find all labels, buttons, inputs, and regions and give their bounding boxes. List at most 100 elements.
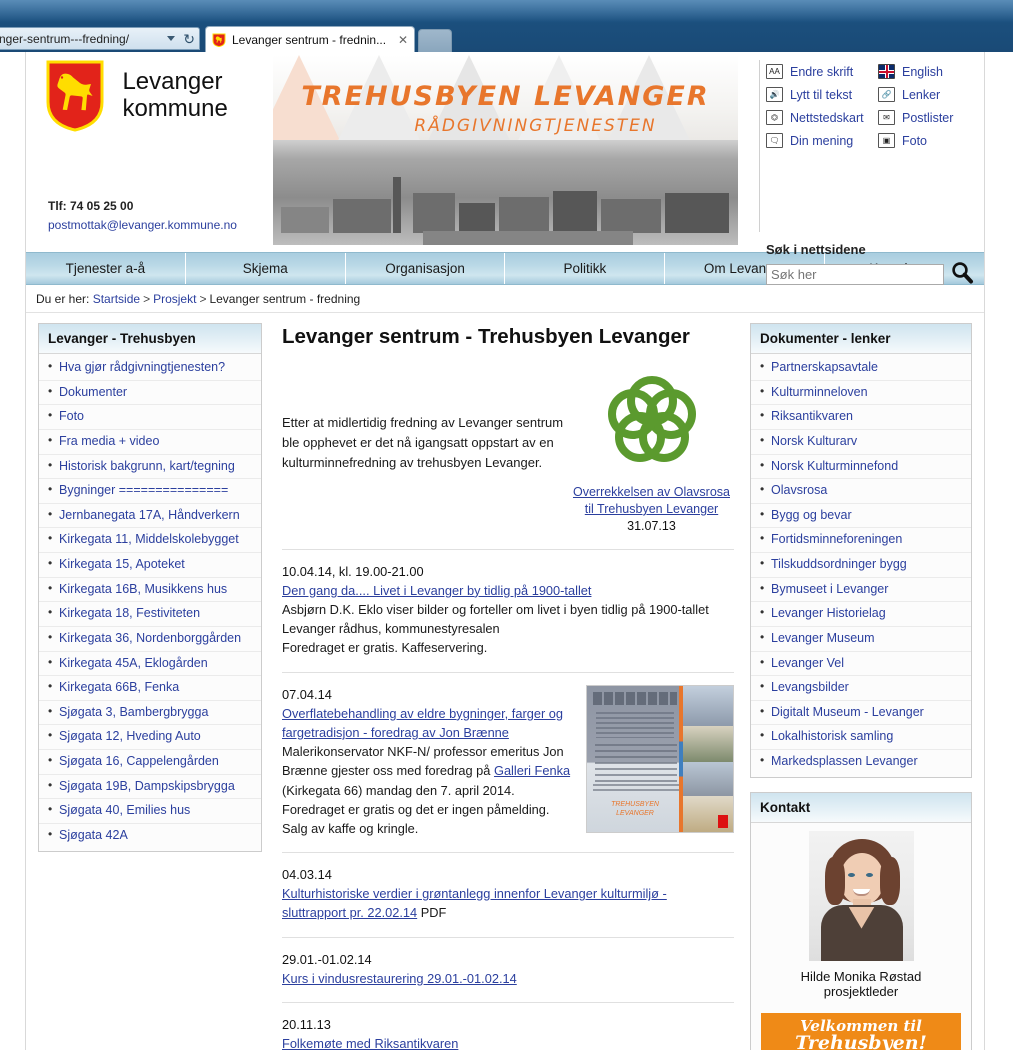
doc-link-levangsbilder[interactable]: Levangsbilder	[751, 676, 971, 701]
utility-link-foto[interactable]: ▣ Foto	[878, 133, 976, 148]
utility-link-lytt-til-tekst[interactable]: 🔊 Lytt til tekst	[766, 87, 878, 102]
news-body: Malerikonservator NKF-N/ professor emeri…	[282, 742, 574, 838]
right-sidebar-list: Partnerskapsavtale Kulturminneloven Riks…	[751, 354, 971, 777]
sidebar-item-kirkegata-11[interactable]: Kirkegata 11, Middelskolebygget	[39, 528, 261, 553]
doc-link-olavsrosa[interactable]: Olavsrosa	[751, 479, 971, 504]
news-title-suffix: PDF	[417, 905, 447, 921]
utility-link-nettstedskart[interactable]: ⏣ Nettstedskart	[766, 110, 878, 125]
panel-title: Kontakt	[751, 792, 971, 823]
sidebar-item-foto[interactable]: Foto	[39, 405, 261, 430]
intro-section: Etter at midlertidig fredning av Levange…	[282, 371, 734, 535]
sidebar-item-kirkegata-18[interactable]: Kirkegata 18, Festiviteten	[39, 602, 261, 627]
olavsrosa-caption: Overrekkelsen av Olavsrosa til Trehusbye…	[569, 484, 734, 535]
browser-tab-active[interactable]: Levanger sentrum - frednin... ✕	[205, 26, 415, 52]
news-date: 29.01.-01.02.14	[282, 951, 372, 967]
sidebar-item-sjogata-12[interactable]: Sjøgata 12, Hveding Auto	[39, 725, 261, 750]
search-input[interactable]	[766, 264, 944, 285]
doc-link-bymuseet[interactable]: Bymuseet i Levanger	[751, 578, 971, 603]
site-search: Søk i nettsidene	[766, 242, 981, 289]
address-bar[interactable]: nger-sentrum---fredning/ ↻	[0, 27, 200, 50]
news-title-link[interactable]: Kurs i vindusrestaurering 29.01.-01.02.1…	[282, 969, 734, 988]
olavsrosa-date: 31.07.13	[627, 518, 676, 533]
doc-link-fortidsminneforeningen[interactable]: Fortidsminneforeningen	[751, 528, 971, 553]
doc-link-levanger-vel[interactable]: Levanger Vel	[751, 652, 971, 677]
search-label: Søk i nettsidene	[766, 242, 866, 257]
contact-name: Hilde Monika Røstad	[800, 968, 922, 984]
divider	[282, 1002, 734, 1003]
sidebar-item-bygninger[interactable]: Bygninger ===============	[39, 479, 261, 504]
utility-link-endre-skrift[interactable]: AA Endre skrift	[766, 64, 878, 79]
news-title-link[interactable]: Kulturhistoriske verdier i grøntanlegg i…	[282, 886, 667, 920]
news-title-link[interactable]: Folkemøte med Riksantikvaren	[282, 1034, 734, 1050]
doc-link-markedsplassen[interactable]: Markedsplassen Levanger	[751, 750, 971, 774]
kontakt-body: Hilde Monika Røstad prosjektleder Velkom…	[751, 823, 971, 1050]
doc-link-partnerskapsavtale[interactable]: Partnerskapsavtale	[751, 356, 971, 381]
sidebar-item-kirkegata-15[interactable]: Kirkegata 15, Apoteket	[39, 553, 261, 578]
doc-link-bygg-og-bevar[interactable]: Bygg og bevar	[751, 504, 971, 529]
nav-item-skjema[interactable]: Skjema	[186, 253, 346, 284]
sidebar-item-sjogata-3[interactable]: Sjøgata 3, Bambergbrygga	[39, 701, 261, 726]
utility-link-english[interactable]: English	[878, 64, 976, 79]
sidebar-item-fra-media[interactable]: Fra media + video	[39, 430, 261, 455]
doc-link-historielag[interactable]: Levanger Historielag	[751, 602, 971, 627]
magnifier-icon[interactable]	[950, 260, 974, 289]
nav-item-tjenester[interactable]: Tjenester a-å	[26, 253, 186, 284]
velkommen-trehusbyen-banner[interactable]: Velkommen til Trehusbyen!	[761, 1012, 961, 1050]
banner-historic-photo	[273, 140, 738, 245]
sidebar-item-jernbanegata-17a[interactable]: Jernbanegata 17A, Håndverkern	[39, 504, 261, 529]
utility-link-label: Nettstedskart	[790, 110, 864, 125]
news-title-link[interactable]: Overflatebehandling av eldre bygninger, …	[282, 704, 574, 742]
doc-link-tilskuddsordninger[interactable]: Tilskuddsordninger bygg	[751, 553, 971, 578]
sidebar-item-sjogata-19b[interactable]: Sjøgata 19B, Dampskipsbrygga	[39, 775, 261, 800]
speech-bubble-icon: 🗨	[766, 133, 783, 148]
utility-link-label: Lenker	[902, 87, 941, 102]
camera-icon: ▣	[878, 133, 895, 148]
sidebar-item-dokumenter[interactable]: Dokumenter	[39, 381, 261, 406]
doc-link-lokalhistorisk[interactable]: Lokalhistorisk samling	[751, 725, 971, 750]
nav-item-organisasjon[interactable]: Organisasjon	[346, 253, 506, 284]
breadcrumb-item-startside[interactable]: Startside	[93, 292, 140, 306]
banner-text: TREHUSBYEN LEVANGER RÅDGIVNINGTJENESTEN	[273, 81, 738, 136]
sidebar-item-historisk-bakgrunn[interactable]: Historisk bakgrunn, kart/tegning	[39, 455, 261, 480]
email-address[interactable]: postmottak@levanger.kommune.no	[48, 216, 237, 235]
utility-link-label: Din mening	[790, 133, 854, 148]
olavsrosa-link-line1[interactable]: Overrekkelsen av Olavsrosa	[573, 485, 730, 499]
site-logo[interactable]: Levanger kommune	[46, 60, 291, 132]
doc-link-levanger-museum[interactable]: Levanger Museum	[751, 627, 971, 652]
galleri-fenka-link[interactable]: Galleri Fenka	[494, 763, 570, 778]
link-icon: 🔗	[878, 87, 895, 102]
nav-item-politikk[interactable]: Politikk	[505, 253, 666, 284]
new-tab-button[interactable]	[418, 29, 452, 52]
reload-icon[interactable]: ↻	[183, 32, 195, 46]
doc-link-norsk-kulturarv[interactable]: Norsk Kulturarv	[751, 430, 971, 455]
panel-title: Levanger - Trehusbyen	[39, 324, 261, 354]
sidebar-item-sjogata-40[interactable]: Sjøgata 40, Emilies hus	[39, 799, 261, 824]
breadcrumb-item-prosjekt[interactable]: Prosjekt	[153, 292, 196, 306]
utility-link-din-mening[interactable]: 🗨 Din mening	[766, 133, 878, 148]
utility-link-postlister[interactable]: ✉ Postlister	[878, 110, 976, 125]
sidebar-item-kirkegata-45a[interactable]: Kirkegata 45A, Eklogården	[39, 652, 261, 677]
news-item: 29.01.-01.02.14 Kurs i vindusrestaurerin…	[282, 950, 734, 988]
olavsrosa-link-line2[interactable]: til Trehusbyen Levanger	[585, 502, 718, 516]
tab-title: Levanger sentrum - frednin...	[232, 32, 387, 47]
sidebar-item-sjogata-42a[interactable]: Sjøgata 42A	[39, 824, 261, 848]
news-body: Kulturhistoriske verdier i grøntanlegg i…	[282, 884, 734, 922]
brand-name: Levanger kommune	[122, 68, 227, 123]
news-title-link[interactable]: Den gang da.... Livet i Levanger by tidl…	[282, 581, 734, 600]
sidebar-item-kirkegata-16b[interactable]: Kirkegata 16B, Musikkens hus	[39, 578, 261, 603]
sidebar-item-sjogata-16[interactable]: Sjøgata 16, Cappelengården	[39, 750, 261, 775]
sidebar-item-kirkegata-36[interactable]: Kirkegata 36, Nordenborggården	[39, 627, 261, 652]
sidebar-item-hva-gjor[interactable]: Hva gjør rådgivningtjenesten?	[39, 356, 261, 381]
left-sidebar-list: Hva gjør rådgivningtjenesten? Dokumenter…	[39, 354, 261, 851]
olavsrosa-knot-icon	[600, 376, 704, 475]
doc-link-riksantikvaren[interactable]: Riksantikvaren	[751, 405, 971, 430]
doc-link-digitalt-museum[interactable]: Digitalt Museum - Levanger	[751, 701, 971, 726]
sidebar-item-kirkegata-66b[interactable]: Kirkegata 66B, Fenka	[39, 676, 261, 701]
doc-link-kulturminneloven[interactable]: Kulturminneloven	[751, 381, 971, 406]
foredrag-poster-thumbnail[interactable]: TREHUSBYEN LEVANGER	[586, 684, 734, 833]
close-icon[interactable]: ✕	[398, 33, 408, 47]
utility-link-label: Foto	[902, 133, 928, 148]
doc-link-norsk-kulturminnefond[interactable]: Norsk Kulturminnefond	[751, 455, 971, 480]
utility-link-lenker[interactable]: 🔗 Lenker	[878, 87, 976, 102]
chevron-down-icon[interactable]	[167, 36, 176, 41]
